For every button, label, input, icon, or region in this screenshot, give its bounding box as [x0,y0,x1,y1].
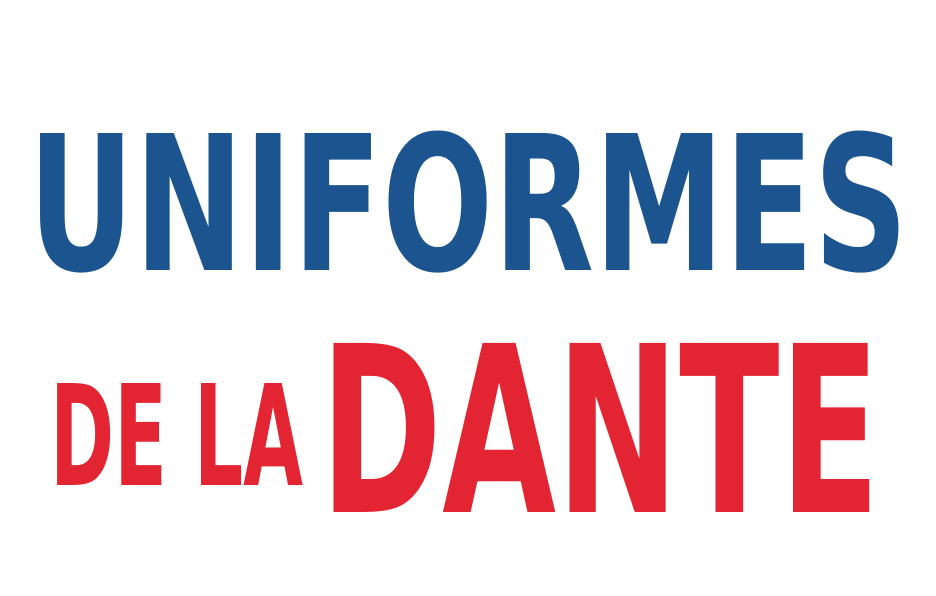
logo-canvas: UNIFORMES DE LA DANTE [0,0,936,596]
logo-line-de-la: DE LA [50,356,303,519]
logo-line-uniformes: UNIFORMES [28,96,908,315]
brand-logo: UNIFORMES DE LA DANTE [28,96,908,567]
logo-line-dante: DANTE [320,297,880,567]
